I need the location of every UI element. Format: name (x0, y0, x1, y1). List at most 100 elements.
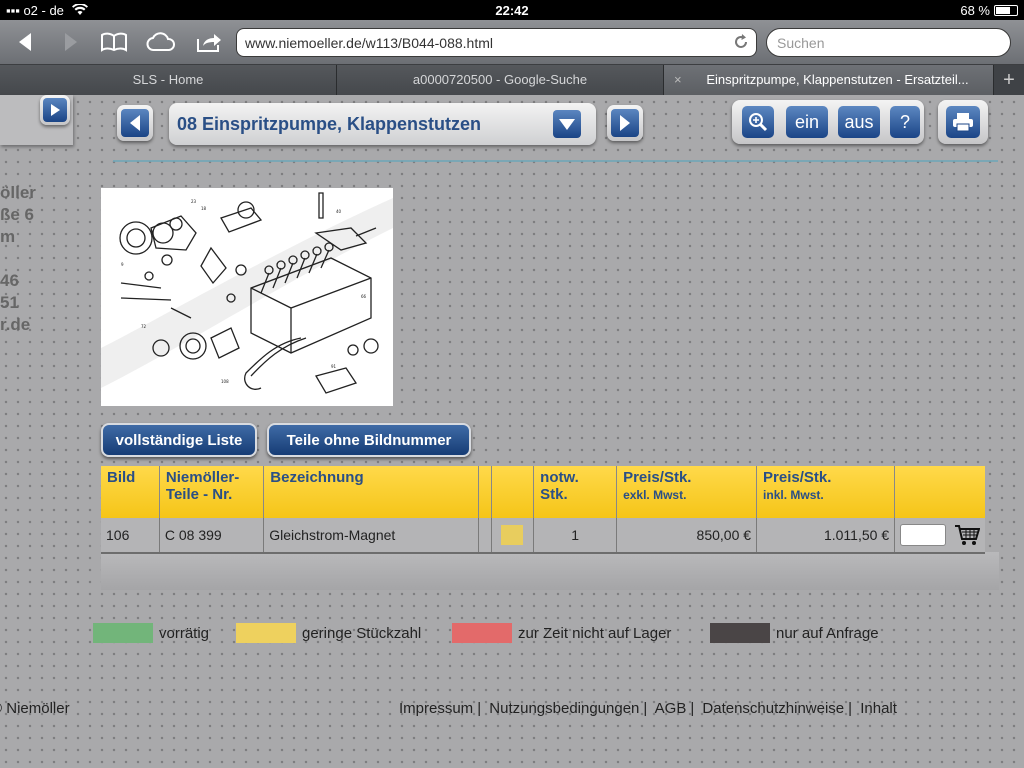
address-bar[interactable]: www.niemoeller.de/w113/B044-088.html (236, 28, 757, 57)
legend-label: zur Zeit nicht auf Lager (518, 624, 672, 642)
cell-bezeichnung: Gleichstrom-Magnet (263, 518, 479, 554)
share-icon (197, 34, 221, 52)
legend-label: geringe Stückzahl (302, 624, 422, 642)
footer-copyright: © Niemöller (0, 700, 70, 717)
magnifier-icon (749, 113, 768, 132)
search-input[interactable]: Suchen (766, 28, 1011, 57)
table-row: 106 C 08 399 Gleichstrom-Magnet 1 850,00… (101, 518, 985, 554)
help-button[interactable]: ? (890, 106, 920, 138)
next-section-button[interactable] (607, 105, 643, 141)
parts-table-container: Bild Niemöller- Teile - Nr. Bezeichnung n… (101, 466, 985, 554)
col-header-cart (894, 466, 985, 518)
company-address: öller ße 6 m 46 51 r.de (0, 183, 36, 334)
section-dropdown-button[interactable] (549, 106, 585, 142)
tab-label: a0000720500 - Google-Suche (412, 72, 588, 87)
full-list-button[interactable]: vollständige Liste (101, 423, 257, 457)
legend-swatch (93, 623, 153, 643)
copyright-icon: © (0, 700, 2, 717)
legend-swatch (710, 623, 770, 643)
cell-status (491, 518, 535, 554)
tab-bar: SLS - Home a0000720500 - Google-Suche × … (0, 65, 1024, 95)
printer-icon (953, 113, 973, 132)
zoom-tool-group: ein aus ? (732, 100, 924, 144)
stock-status-indicator (501, 525, 524, 545)
footer-link-agb[interactable]: AGB (655, 700, 687, 717)
close-tab-icon[interactable]: × (674, 65, 682, 95)
legend-item-out-of-stock: zur Zeit nicht auf Lager (452, 623, 671, 643)
svg-text:9: 9 (121, 262, 124, 267)
left-side-panel (0, 95, 73, 145)
col-header-bild: Bild (101, 466, 160, 518)
section-title-box[interactable]: 08 Einspritzpumpe, Klappenstutzen (169, 103, 596, 145)
zoom-out-button[interactable]: aus (838, 106, 880, 138)
url-text: www.niemoeller.de/w113/B044-088.html (245, 35, 493, 51)
cell-bild: 106 (101, 518, 160, 554)
sidebar-next-button[interactable] (40, 95, 70, 125)
tab-sls-home[interactable]: SLS - Home (0, 65, 337, 95)
parts-drawing: 23 18 40 9 66 91 108 72 (101, 192, 393, 394)
parts-without-image-number-button[interactable]: Teile ohne Bildnummer (267, 423, 471, 457)
legend-swatch (452, 623, 512, 643)
svg-text:23: 23 (191, 199, 197, 204)
footer-link-impressum[interactable]: Impressum (399, 700, 473, 717)
col-header-spacer (478, 466, 492, 518)
legend-item-in-stock: vorrätig (93, 623, 209, 643)
legend-label: nur auf Anfrage (776, 624, 879, 642)
col-header-bezeichnung: Bezeichnung (263, 466, 479, 518)
arrow-right-icon (51, 104, 60, 116)
tab-label: Einspritzpumpe, Klappenstutzen - Ersatzt… (706, 72, 969, 87)
col-header-notw-stk: notw. Stk. (533, 466, 618, 518)
legend-item-on-request: nur auf Anfrage (710, 623, 879, 643)
forward-button[interactable] (58, 26, 84, 58)
legend-label: vorrätig (159, 624, 210, 642)
svg-text:108: 108 (221, 379, 229, 384)
share-button[interactable] (194, 26, 224, 58)
clock: 22:42 (495, 3, 529, 18)
svg-text:66: 66 (361, 294, 367, 299)
section-title: 08 Einspritzpumpe, Klappenstutzen (177, 114, 482, 134)
header-separator (113, 160, 998, 162)
footer-link-datenschutz[interactable]: Datenschutzhinweise (702, 700, 844, 717)
footer-link-nutzungsbedingungen[interactable]: Nutzungsbedingungen (489, 700, 639, 717)
new-tab-button[interactable]: + (994, 65, 1024, 95)
arrow-right-icon (620, 115, 630, 131)
col-header-teilenr: Niemöller- Teile - Nr. (159, 466, 265, 518)
status-bar: ▪▪▪ o2 - de 22:42 68 % (0, 0, 1024, 20)
table-header-row: Bild Niemöller- Teile - Nr. Bezeichnung n… (101, 466, 985, 518)
reload-icon[interactable] (732, 33, 750, 51)
cell-cart (894, 518, 985, 554)
footer-link-inhalt[interactable]: Inhalt (860, 700, 897, 717)
battery-percent: 68 % (960, 3, 990, 18)
col-header-status (491, 466, 535, 518)
table-footer-panel (101, 552, 999, 590)
legend-swatch (236, 623, 296, 643)
svg-text:91: 91 (331, 364, 337, 369)
cell-preis-exkl: 850,00 € (616, 518, 758, 554)
exploded-parts-diagram[interactable]: 23 18 40 9 66 91 108 72 (101, 188, 393, 406)
shopping-cart-icon[interactable] (954, 524, 981, 546)
cell-teilenr: C 08 399 (159, 518, 265, 554)
print-button[interactable] (946, 106, 980, 138)
legend-item-low-stock: geringe Stückzahl (236, 623, 421, 643)
print-tool-group (938, 100, 988, 144)
book-icon (101, 32, 127, 52)
bookmarks-button[interactable] (98, 26, 130, 58)
chevron-down-icon (559, 119, 575, 130)
arrow-left-icon (130, 115, 140, 131)
cell-spacer (478, 518, 492, 554)
icloud-tabs-button[interactable] (145, 26, 177, 58)
tab-google-search[interactable]: a0000720500 - Google-Suche (337, 65, 664, 95)
svg-text:40: 40 (336, 209, 342, 214)
battery-status: 68 % (960, 3, 1018, 18)
back-button[interactable] (12, 26, 38, 58)
tab-active-ersatzteil[interactable]: × Einspritzpumpe, Klappenstutzen - Ersat… (664, 65, 994, 95)
zoom-in-button[interactable]: ein (786, 106, 828, 138)
battery-icon (994, 5, 1018, 16)
back-arrow-icon (19, 33, 31, 51)
previous-section-button[interactable] (117, 105, 153, 141)
magnify-button[interactable] (742, 106, 774, 138)
footer-links: Impressum | Nutzungsbedingungen | AGB | Dat… (399, 700, 897, 717)
col-header-preis-exkl: Preis/Stk. exkl. Mwst. (616, 466, 758, 518)
quantity-input[interactable] (900, 524, 947, 546)
tab-label: SLS - Home (132, 72, 204, 87)
